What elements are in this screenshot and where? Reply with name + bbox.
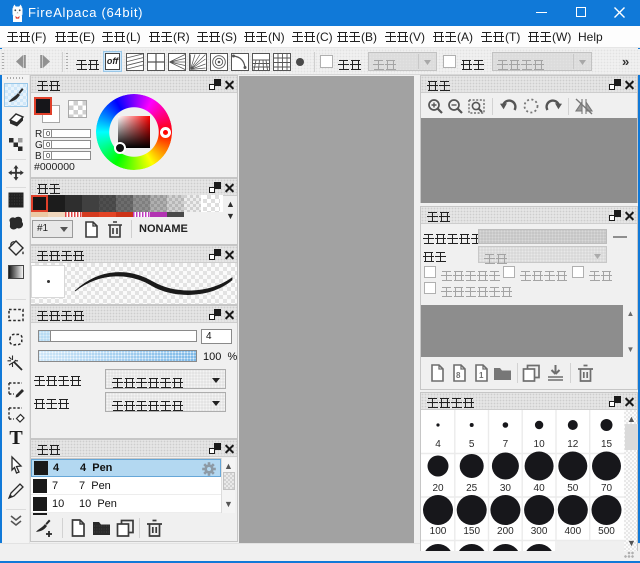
svg-text:150: 150 bbox=[463, 526, 480, 537]
svg-text:8: 8 bbox=[456, 371, 461, 380]
svg-text:50: 50 bbox=[567, 483, 579, 494]
svg-text:1: 1 bbox=[479, 371, 484, 380]
svg-text:100: 100 bbox=[430, 526, 447, 537]
svg-text:12: 12 bbox=[567, 439, 579, 450]
svg-text:40: 40 bbox=[534, 483, 546, 494]
svg-text:10: 10 bbox=[534, 439, 546, 450]
svg-text:20: 20 bbox=[432, 483, 444, 494]
svg-text:7: 7 bbox=[503, 439, 509, 450]
svg-text:4: 4 bbox=[435, 439, 441, 450]
svg-text:500: 500 bbox=[598, 526, 615, 537]
svg-text:25: 25 bbox=[466, 483, 478, 494]
svg-text:200: 200 bbox=[497, 526, 514, 537]
svg-text:70: 70 bbox=[601, 483, 613, 494]
svg-text:400: 400 bbox=[564, 526, 581, 537]
svg-text:5: 5 bbox=[469, 439, 475, 450]
svg-text:300: 300 bbox=[531, 526, 548, 537]
svg-text:30: 30 bbox=[500, 483, 512, 494]
svg-text:15: 15 bbox=[601, 439, 613, 450]
